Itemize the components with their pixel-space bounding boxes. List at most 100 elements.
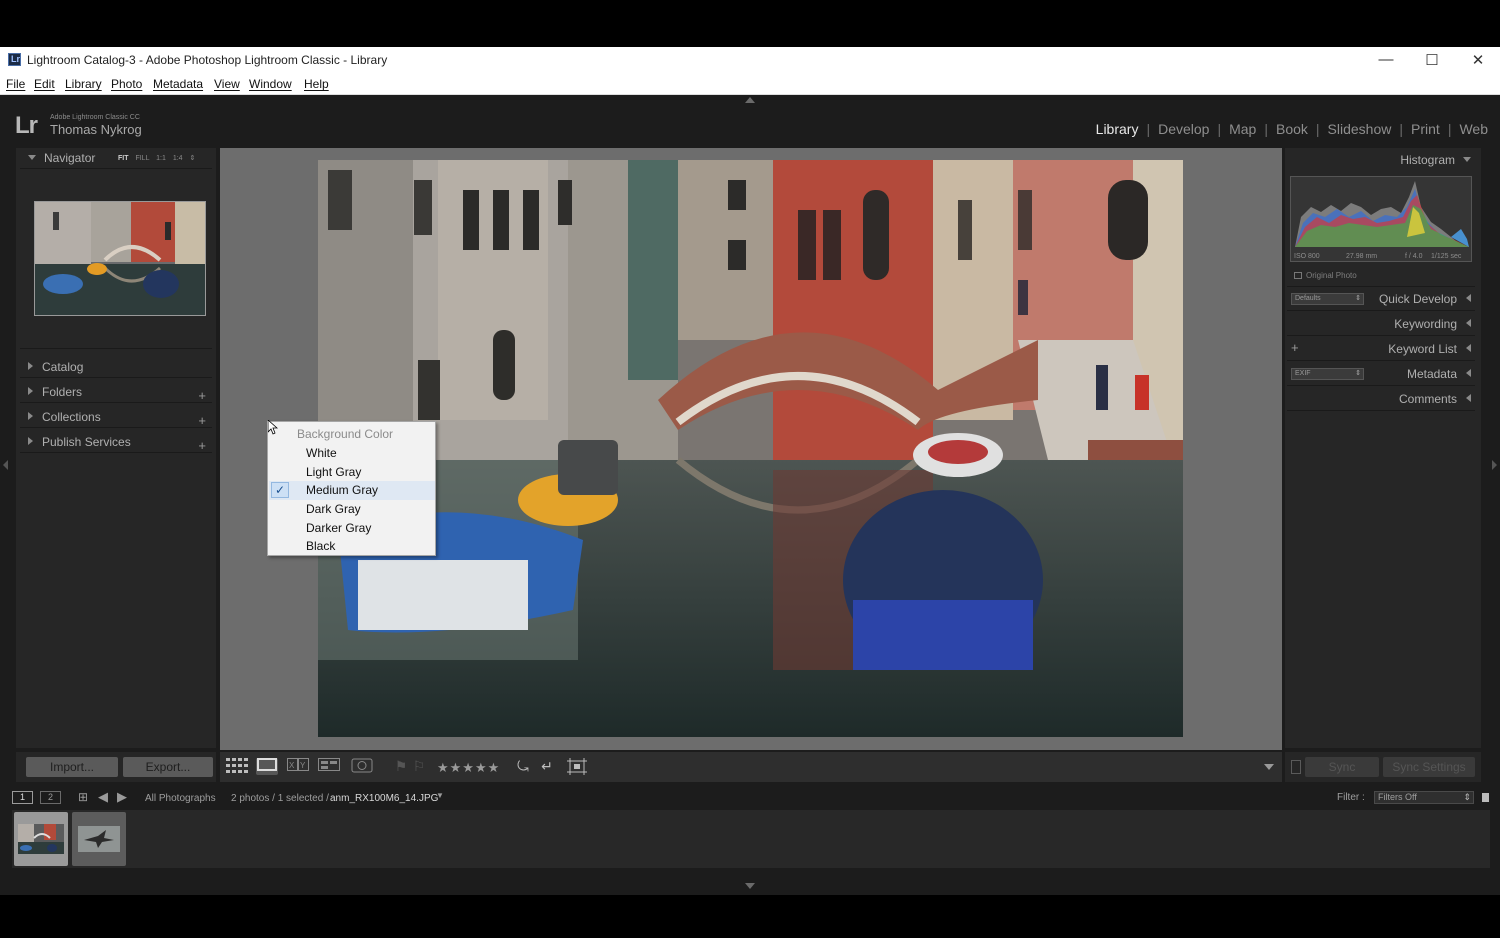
- selected-filename[interactable]: anm_RX100M6_14.JPG: [330, 793, 438, 804]
- rotate-right-icon[interactable]: ↵: [536, 758, 558, 775]
- rotate-left-icon[interactable]: ⤿: [512, 758, 534, 775]
- filmstrip-thumbnail-selected[interactable]: [14, 812, 68, 866]
- filmstrip-toggle-icon[interactable]: [745, 883, 755, 889]
- top-panel-toggle-icon[interactable]: [745, 97, 755, 103]
- histogram-graph[interactable]: [1290, 176, 1472, 262]
- auto-sync-switch-icon[interactable]: [1291, 760, 1301, 774]
- module-book[interactable]: Book: [1268, 121, 1316, 137]
- zoom-stepper-icon[interactable]: ⇕: [190, 155, 196, 162]
- menu-library[interactable]: Library: [65, 77, 102, 91]
- menu-file[interactable]: File: [6, 77, 25, 91]
- expand-triangle-icon: [28, 387, 33, 395]
- folders-panel-header[interactable]: Folders +: [28, 385, 212, 407]
- export-button[interactable]: Export...: [123, 757, 213, 777]
- filename-dropdown-icon[interactable]: ▼: [436, 791, 444, 800]
- menu-item-darker-gray[interactable]: Darker Gray: [269, 519, 435, 538]
- zoom-1-1[interactable]: 1:1: [156, 155, 166, 162]
- menu-window[interactable]: Window: [249, 77, 292, 91]
- grid-view-icon[interactable]: [226, 758, 248, 775]
- module-map[interactable]: Map: [1221, 121, 1264, 137]
- menu-item-dark-gray[interactable]: Dark Gray: [269, 500, 435, 519]
- module-library[interactable]: Library: [1088, 121, 1147, 137]
- zoom-fill[interactable]: FILL: [135, 155, 149, 162]
- crop-overlay-icon[interactable]: [566, 758, 588, 775]
- left-panel: Navigator FIT FILL 1:1 1:4 ⇕ Catalog Fol…: [16, 148, 216, 748]
- toolbar-options-dropdown-icon[interactable]: [1264, 764, 1274, 770]
- grid-shortcut-icon[interactable]: ⊞: [78, 790, 88, 804]
- maximize-button[interactable]: ☐: [1417, 51, 1447, 69]
- zoom-fit[interactable]: FIT: [118, 155, 129, 162]
- thumbnail-bird-image: [78, 826, 120, 852]
- filmstrip-source[interactable]: All Photographs: [145, 793, 216, 804]
- people-view-icon[interactable]: [351, 758, 373, 775]
- zoom-1-4[interactable]: 1:4: [173, 155, 183, 162]
- loupe-view-icon[interactable]: [256, 758, 278, 775]
- menu-help[interactable]: Help: [304, 77, 329, 91]
- menu-metadata[interactable]: Metadata: [153, 77, 203, 91]
- flag-reject-icon[interactable]: ⚐: [408, 758, 430, 775]
- publish-services-panel-header[interactable]: Publish Services +: [28, 435, 212, 457]
- window-title: Lightroom Catalog-3 - Adobe Photoshop Li…: [27, 53, 388, 67]
- forward-arrow-icon[interactable]: ▶: [117, 789, 127, 805]
- navigator-preview[interactable]: [34, 201, 206, 316]
- background-color-menu: Background Color White Light Gray ✓ Medi…: [267, 421, 436, 556]
- navigator-preview-image: [35, 202, 205, 315]
- metadata-header[interactable]: Metadata: [1285, 363, 1475, 385]
- module-slideshow[interactable]: Slideshow: [1320, 121, 1400, 137]
- star-rating[interactable]: ★★★★★: [437, 760, 500, 776]
- menu-item-black[interactable]: Black: [269, 537, 435, 556]
- survey-view-icon[interactable]: [318, 758, 340, 775]
- filmstrip-thumbnail[interactable]: [72, 812, 126, 866]
- sync-settings-button[interactable]: Sync Settings: [1383, 757, 1475, 777]
- expand-triangle-icon: [1466, 294, 1471, 302]
- menu-view[interactable]: View: [214, 77, 240, 91]
- loupe-photo[interactable]: [318, 160, 1183, 737]
- import-button[interactable]: Import...: [26, 757, 118, 777]
- menu-item-light-gray[interactable]: Light Gray: [269, 463, 435, 482]
- collapse-triangle-icon: [1463, 157, 1471, 162]
- compare-view-icon[interactable]: XY: [287, 758, 309, 775]
- original-photo-toggle[interactable]: Original Photo: [1294, 271, 1357, 280]
- histogram-header[interactable]: Histogram: [1285, 149, 1475, 171]
- add-publish-service-icon[interactable]: +: [198, 438, 206, 453]
- focal-length: 27.98 mm: [1346, 253, 1378, 260]
- keywording-header[interactable]: Keywording: [1285, 313, 1475, 335]
- catalog-panel-header[interactable]: Catalog: [28, 360, 83, 382]
- expand-triangle-icon: [1466, 369, 1471, 377]
- menu-photo[interactable]: Photo: [111, 77, 142, 91]
- right-panel-toggle-icon[interactable]: [1492, 460, 1497, 470]
- comments-header[interactable]: Comments: [1285, 388, 1475, 410]
- iso-value: ISO 800: [1294, 253, 1320, 260]
- primary-display-button[interactable]: 1: [12, 791, 33, 804]
- add-collection-icon[interactable]: +: [198, 413, 206, 428]
- menu-item-white[interactable]: White: [269, 444, 435, 463]
- expand-triangle-icon: [28, 437, 33, 445]
- checkmark-icon: ✓: [271, 482, 289, 498]
- left-panel-toggle-icon[interactable]: [3, 460, 8, 470]
- sync-button[interactable]: Sync: [1305, 757, 1379, 777]
- collections-panel-header[interactable]: Collections +: [28, 410, 212, 432]
- navigator-header[interactable]: Navigator: [28, 151, 95, 173]
- thumbnail-canal-image: [18, 824, 64, 854]
- back-arrow-icon[interactable]: ◀: [98, 789, 108, 805]
- expand-triangle-icon: [28, 412, 33, 420]
- menu-edit[interactable]: Edit: [34, 77, 55, 91]
- lightroom-app-icon: Lr: [8, 53, 21, 66]
- collapse-triangle-icon: [28, 155, 36, 160]
- secondary-display-button[interactable]: 2: [40, 791, 61, 804]
- add-folder-icon[interactable]: +: [198, 388, 206, 403]
- filter-select[interactable]: Filters Off ⇕: [1374, 791, 1474, 804]
- filter-lock-icon[interactable]: [1482, 793, 1489, 802]
- module-print[interactable]: Print: [1403, 121, 1448, 137]
- module-develop[interactable]: Develop: [1150, 121, 1217, 137]
- expand-triangle-icon: [1466, 394, 1471, 402]
- navigator-zoom-options: FIT FILL 1:1 1:4 ⇕: [118, 154, 195, 162]
- keyword-list-header[interactable]: Keyword List: [1285, 338, 1475, 360]
- minimize-button[interactable]: —: [1371, 51, 1401, 68]
- menu-item-medium-gray[interactable]: ✓ Medium Gray: [269, 481, 435, 500]
- quick-develop-header[interactable]: Quick Develop: [1285, 288, 1475, 310]
- module-web[interactable]: Web: [1451, 121, 1488, 137]
- checkbox-icon: [1294, 272, 1302, 279]
- venice-canal-photo: [318, 160, 1183, 737]
- close-button[interactable]: ✕: [1463, 51, 1493, 69]
